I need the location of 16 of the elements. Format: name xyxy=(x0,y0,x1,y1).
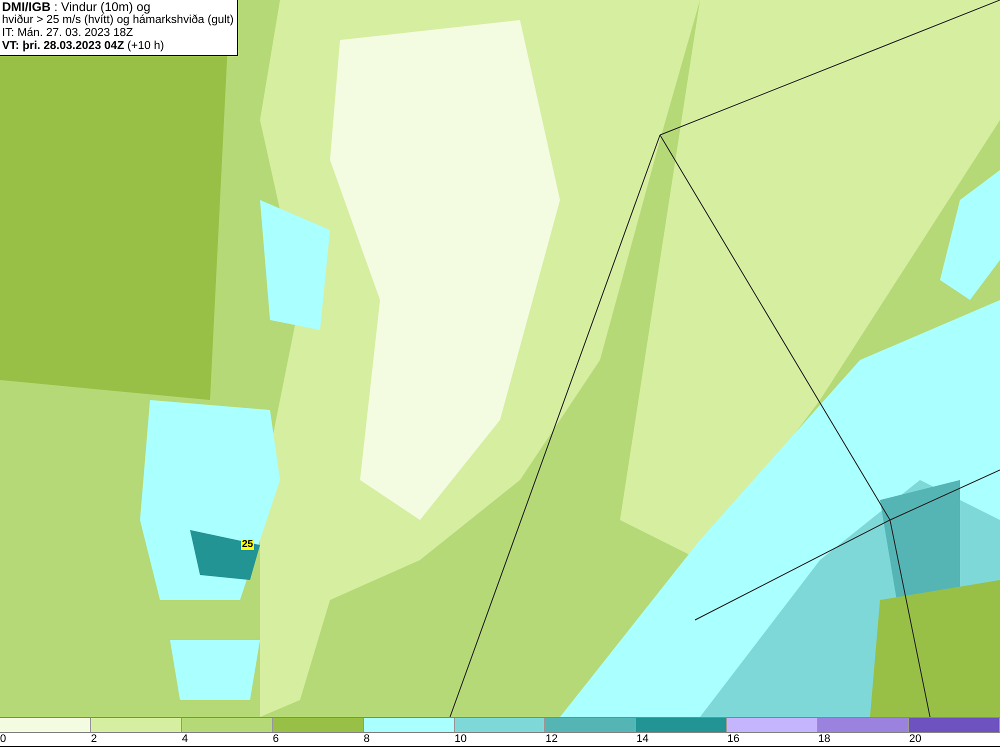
title-line: IT: Mán. 27. 03. 2023 18Z xyxy=(2,27,134,40)
legend-tick-label: 8 xyxy=(364,733,370,746)
legend-tick-label: 2 xyxy=(90,733,98,746)
gust-marker: 25 xyxy=(241,539,254,550)
legend-tick-label: 0 xyxy=(0,733,6,746)
legend-tick-label: 20 xyxy=(909,733,922,746)
title-line: DMI/IGB : Vindur (10m) og xyxy=(2,1,152,14)
title-line: VT: þri. 28.03.2023 04Z (+10 h) xyxy=(2,40,166,53)
legend-tick-label: 16 xyxy=(727,733,740,746)
title-line: hviður > 25 m/s (hvítt) og hámarkshviða (gult) xyxy=(2,14,234,27)
legend-tick-label: 18 xyxy=(818,733,830,746)
legend-tick-label: 14 xyxy=(636,733,649,746)
legend-tick-label: 4 xyxy=(182,733,188,746)
legend-tick-label: 10 xyxy=(454,733,467,746)
legend-tick-label: 6 xyxy=(272,733,279,746)
legend-tick-label: 12 xyxy=(545,733,558,746)
